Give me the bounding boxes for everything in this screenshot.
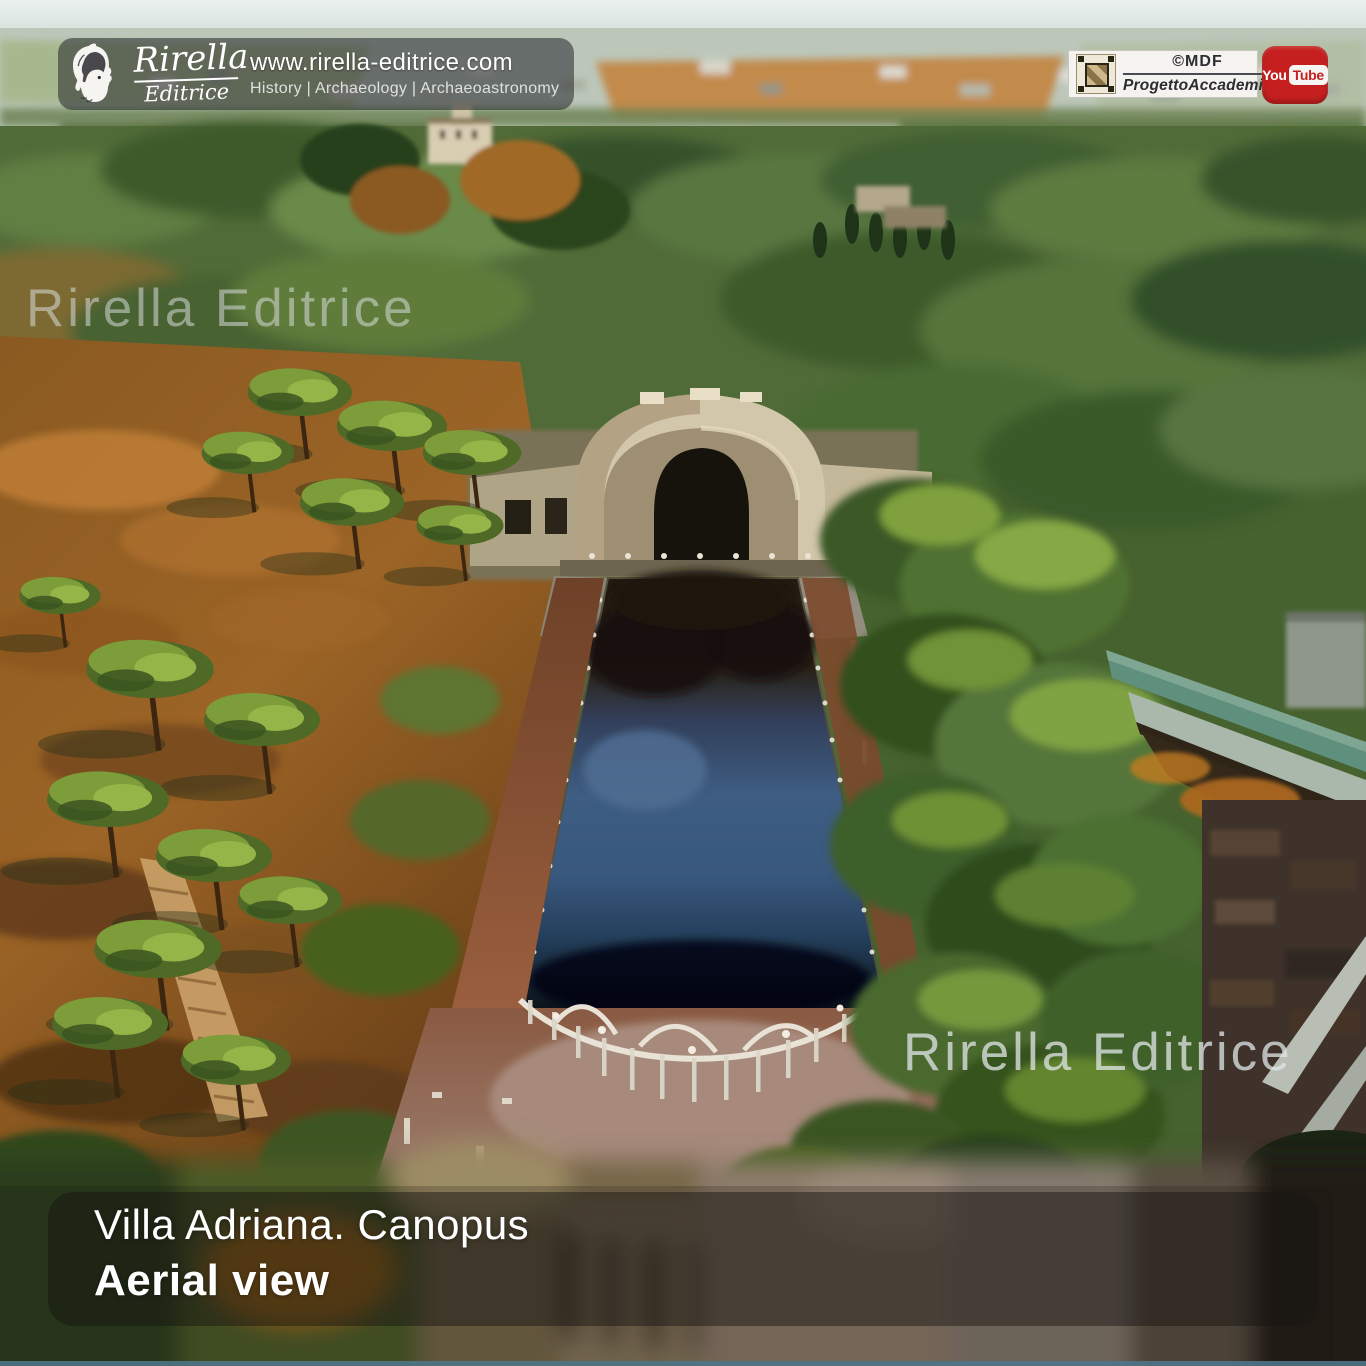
youtube-icon[interactable]: You Tube [1262,46,1328,104]
brand-subname: Editrice [134,80,239,108]
youtube-tube-label: Tube [1289,65,1328,85]
brand-tagline: History | Archaeology | Archaeoastronomy [250,80,560,98]
brand-badge: Rirella Editrice www.rirella-editrice.co… [58,38,574,110]
website-link[interactable]: www.rirella-editrice.com [250,50,560,76]
youtube-you-label: You [1262,67,1287,83]
mdf-project-name: ProgettoAccademia [1123,78,1272,94]
athena-head-icon [66,43,122,105]
mosaic-stamp-icon [1076,54,1116,94]
mdf-copyright: ©MDF [1123,54,1272,75]
brand-name: Rirella [133,41,238,84]
watermark-left: Rirella Editrice [26,278,416,339]
brand-text: www.rirella-editrice.com History | Archa… [250,50,560,98]
caption-subtitle: Aerial view [94,1256,529,1306]
aerial-photo-scene [0,0,1366,1366]
mdf-text: ©MDF ProgettoAccademia [1123,54,1272,94]
mdf-badge: ©MDF ProgettoAccademia [1068,50,1258,98]
player-progress-line [0,1361,1366,1366]
brand-wordmark: Rirella Editrice [133,41,239,108]
watermark-right: Rirella Editrice [903,1022,1293,1083]
caption-title: Villa Adriana. Canopus [94,1202,529,1247]
video-frame: Villa Adriana. Canopus Aerial view Rirel… [0,0,1366,1366]
caption: Villa Adriana. Canopus Aerial view [94,1202,529,1306]
